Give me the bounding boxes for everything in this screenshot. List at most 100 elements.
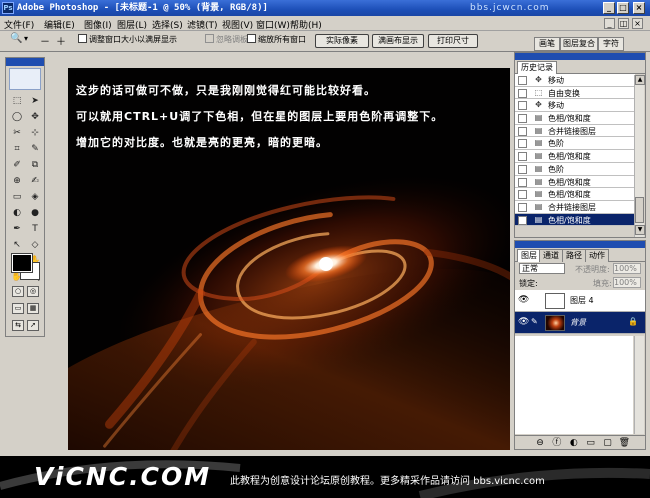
blend-mode-select[interactable]: 正常 xyxy=(519,263,565,274)
toolbox-header[interactable] xyxy=(6,58,44,66)
opacity-input[interactable]: 100% xyxy=(613,263,641,274)
menu-filter[interactable]: 滤镜(T) xyxy=(187,18,218,31)
tab-actions[interactable]: 动作 xyxy=(585,249,609,262)
new-group-icon[interactable]: ▭ xyxy=(584,436,598,450)
history-item-selected[interactable]: ▤ 色相/饱和度 xyxy=(515,213,635,227)
history-item[interactable]: ▤ 色相/饱和度 xyxy=(515,112,635,125)
brush-tool-icon[interactable]: ✎ xyxy=(27,142,43,157)
tab-channels[interactable]: 通道 xyxy=(539,249,563,262)
standard-mode-icon[interactable]: ○ xyxy=(12,286,24,297)
ignore-palettes-checkbox[interactable]: 忽略调板 xyxy=(205,34,248,45)
history-item-label: 色相/饱和度 xyxy=(548,177,591,187)
doc-close-button[interactable]: × xyxy=(632,18,643,29)
fill-input[interactable]: 100% xyxy=(613,277,641,288)
palette-well-tab-brushes[interactable]: 画笔 xyxy=(534,37,560,51)
menu-view[interactable]: 视图(V) xyxy=(222,18,253,31)
trash-icon[interactable]: 🗑 xyxy=(617,436,631,450)
history-item[interactable]: ▤ 色相/饱和度 xyxy=(515,188,635,201)
document-canvas[interactable]: 这步的话可做可不做，只是我刚刚觉得红可能比较好看。 可以就用CTRL+U调了下色… xyxy=(68,68,510,450)
footer-text: 此教程为创意设计论坛原创教程。更多精采作品请访问 bbs.vicnc.com xyxy=(230,476,545,487)
print-size-button[interactable]: 打印尺寸 xyxy=(428,34,478,48)
type-tool-icon[interactable]: T xyxy=(27,222,43,237)
menu-layer[interactable]: 图层(L) xyxy=(117,18,147,31)
move-icon: ✥ xyxy=(535,100,542,110)
layer-row-selected[interactable]: 👁 ✎ 背景 🔒 xyxy=(515,312,645,334)
menu-file[interactable]: 文件(F) xyxy=(4,18,34,31)
minimize-button[interactable]: _ xyxy=(603,2,615,14)
scroll-thumb[interactable] xyxy=(635,197,644,223)
palette-well-tab-character[interactable]: 字符 xyxy=(598,37,624,51)
close-button[interactable]: × xyxy=(633,2,645,14)
blur-tool-icon[interactable]: ▭ xyxy=(9,190,25,205)
marquee-tool-icon[interactable]: ⬚ xyxy=(9,94,25,109)
menu-help[interactable]: 帮助(H) xyxy=(290,18,322,31)
tab-layers[interactable]: 图层 xyxy=(517,249,541,262)
move-tool-icon[interactable]: ➤ xyxy=(27,94,43,109)
doc-restore-button[interactable]: ◫ xyxy=(618,18,629,29)
layers-panel-header[interactable] xyxy=(515,241,645,248)
history-scrollbar[interactable]: ▲ ▼ xyxy=(634,75,645,237)
doc-minimize-button[interactable]: _ xyxy=(604,18,615,29)
shape-tool-icon[interactable]: ◇ xyxy=(27,238,43,253)
menu-bar: 文件(F) 编辑(E) 图像(I) 图层(L) 选择(S) 滤镜(T) 视图(V… xyxy=(0,16,650,31)
magic-wand-tool-icon[interactable]: ✥ xyxy=(27,110,43,125)
adobe-feather-logo[interactable] xyxy=(9,68,41,90)
lasso-tool-icon[interactable]: ◯ xyxy=(9,110,25,125)
burn-tool-icon[interactable]: ● xyxy=(27,206,43,221)
gradient-tool-icon[interactable]: ✍ xyxy=(27,174,43,189)
history-item[interactable]: ▤ 色阶 xyxy=(515,162,635,176)
maximize-button[interactable]: □ xyxy=(617,2,629,14)
layer-row[interactable]: 👁 图层 4 xyxy=(515,290,645,312)
history-item[interactable]: ▤ 合并链接图层 xyxy=(515,200,635,214)
dodge-tool-icon[interactable]: ◈ xyxy=(27,190,43,205)
history-item[interactable]: ✥ 移动 xyxy=(515,99,635,113)
menu-image[interactable]: 图像(I) xyxy=(84,18,112,31)
palette-well-tab-layer-comps[interactable]: 图层复合 xyxy=(560,37,598,51)
slice-tool-icon[interactable]: ⊹ xyxy=(27,126,43,141)
history-item[interactable]: ▤ 色相/饱和度 xyxy=(515,150,635,163)
history-item[interactable]: ▤ 色相/饱和度 xyxy=(515,175,635,189)
link-layers-icon[interactable]: ⊖ xyxy=(533,436,547,450)
healing-brush-tool-icon[interactable]: ⌗ xyxy=(9,142,25,157)
layers-scrollbar[interactable] xyxy=(634,336,644,434)
zoom-in-icon[interactable]: ＋ xyxy=(56,33,66,48)
crop-tool-icon[interactable]: ✂ xyxy=(9,126,25,141)
resize-window-checkbox[interactable]: 调整窗口大小以满屏显示 xyxy=(78,34,177,45)
zoom-tool-icon[interactable]: 🔍 xyxy=(10,33,22,44)
full-screen-mode-icon[interactable]: ▦ xyxy=(27,303,39,314)
history-item[interactable]: ⬚ 自由变换 xyxy=(515,86,635,100)
adjustment-layer-icon[interactable]: ◐ xyxy=(567,436,581,450)
layers-panel: 图层 通道 路径 动作 正常 不透明度: 100% 锁定: 填充: 100% 👁… xyxy=(514,240,646,450)
eye-icon[interactable]: 👁 xyxy=(518,295,529,306)
history-item[interactable]: ✥ 移动 xyxy=(515,74,635,87)
menu-select[interactable]: 选择(S) xyxy=(152,18,183,31)
history-item[interactable]: ▤ 合并链接图层 xyxy=(515,124,635,138)
menu-window[interactable]: 窗口(W) xyxy=(256,18,290,31)
zoom-out-icon[interactable]: － xyxy=(40,33,50,48)
scroll-down-arrow-icon[interactable]: ▼ xyxy=(635,225,645,235)
zoom-all-windows-checkbox[interactable]: 缩放所有窗口 xyxy=(247,34,306,45)
tab-history[interactable]: 历史记录 xyxy=(517,61,557,74)
fit-on-screen-button[interactable]: 满画布显示 xyxy=(372,34,424,48)
new-layer-icon[interactable]: ▢ xyxy=(601,436,615,450)
tab-paths[interactable]: 路径 xyxy=(562,249,586,262)
history-panel-header[interactable] xyxy=(515,53,645,60)
tool-preset-dropdown[interactable]: ▾ xyxy=(24,34,28,43)
scroll-up-arrow-icon[interactable]: ▲ xyxy=(635,75,645,85)
quick-mask-mode-icon[interactable]: ◎ xyxy=(27,286,39,297)
history-item[interactable]: ▤ 色阶 xyxy=(515,137,635,151)
clone-stamp-tool-icon[interactable]: ✐ xyxy=(9,158,25,173)
foreground-color-swatch[interactable] xyxy=(11,253,33,273)
eye-icon[interactable]: 👁 xyxy=(518,317,529,328)
history-brush-tool-icon[interactable]: ⧉ xyxy=(27,158,43,173)
eraser-tool-icon[interactable]: ⊕ xyxy=(9,174,25,189)
standard-screen-mode-icon[interactable]: ▭ xyxy=(12,303,24,314)
path-selection-tool-icon[interactable]: ◐ xyxy=(9,206,25,221)
direct-selection-tool-icon[interactable]: ↖ xyxy=(9,238,25,253)
actual-pixels-button[interactable]: 实际像素 xyxy=(315,34,369,48)
layer-style-icon[interactable]: ⓕ xyxy=(550,436,564,450)
menu-edit[interactable]: 编辑(E) xyxy=(44,18,75,31)
pen-tool-icon[interactable]: ✒ xyxy=(9,222,25,237)
edit-in-imageready-icon[interactable]: ➚ xyxy=(27,320,39,331)
jump-to-imageready-icon[interactable]: ⇆ xyxy=(12,320,24,331)
